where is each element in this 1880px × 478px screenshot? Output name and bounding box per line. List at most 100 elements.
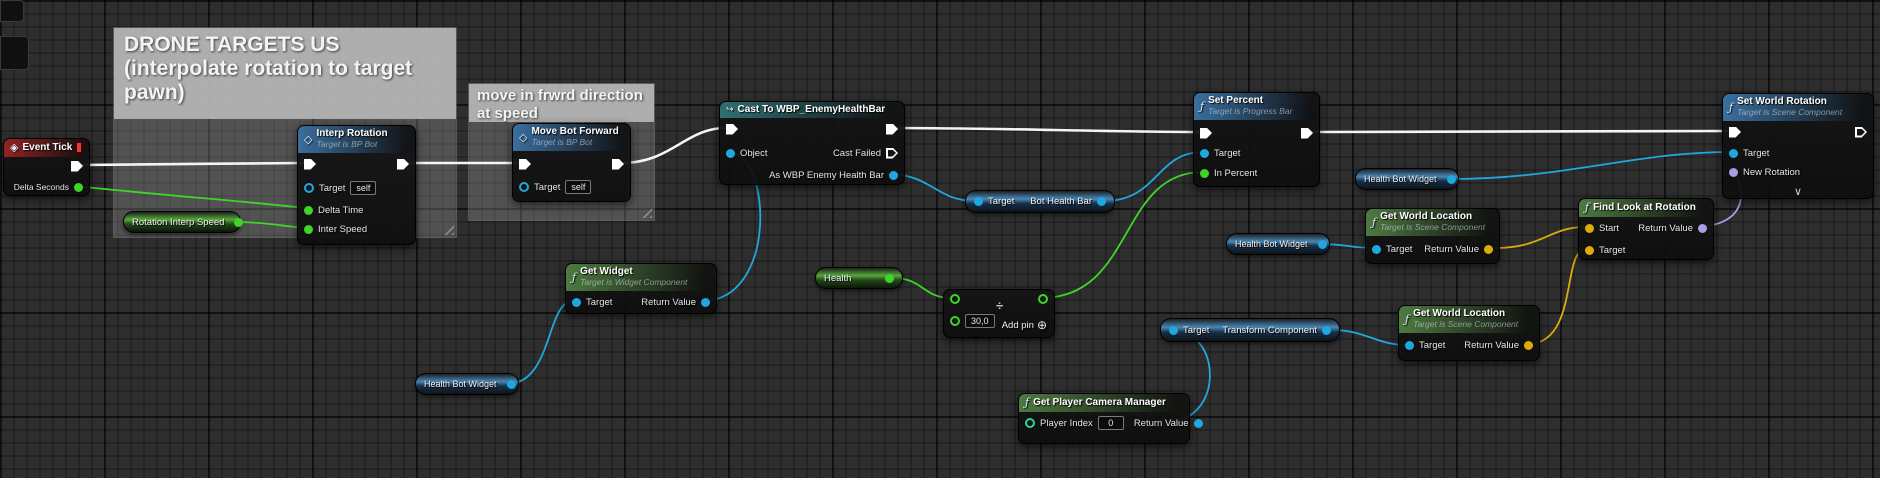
- add-pin-button[interactable]: Add pin ⊕: [1002, 318, 1047, 332]
- node-set-percent[interactable]: ƒ Set Percent Target is Progress Bar Tar…: [1193, 92, 1320, 187]
- variable-output-pin[interactable]: [885, 273, 894, 283]
- delta-time-pin[interactable]: [304, 205, 313, 215]
- node-get-widget[interactable]: ƒ Get Widget Target is Widget Component …: [565, 263, 717, 314]
- node-get-player-camera-manager[interactable]: ƒ Get Player Camera Manager Player Index…: [1018, 393, 1203, 444]
- chevron-down-icon[interactable]: ∨: [1723, 187, 1873, 198]
- offscreen-node[interactable]: [0, 36, 29, 70]
- divide-operator: ÷: [996, 298, 1004, 313]
- node-subtitle: Target is Scene Component: [1737, 107, 1843, 117]
- node-title: Get World Location: [1380, 211, 1473, 222]
- pin-label: Return Value: [1133, 417, 1189, 429]
- player-index-value-box[interactable]: 0: [1097, 416, 1124, 430]
- return-value-pin[interactable]: [1698, 223, 1707, 233]
- offscreen-node[interactable]: [0, 0, 24, 22]
- variable-output-pin[interactable]: [1317, 239, 1327, 249]
- node-move-bot-forward[interactable]: ◇ Move Bot Forward Target is BP Bot Targ…: [512, 123, 631, 202]
- wire-object: [1331, 329, 1408, 346]
- target-value-box[interactable]: self: [565, 180, 592, 194]
- wire-exec: [1303, 129, 1732, 134]
- divide-value-box[interactable]: 30,0: [965, 314, 995, 328]
- exec-out-pin[interactable]: [71, 161, 83, 172]
- node-get-world-location-top[interactable]: ƒ Get World Location Target is Scene Com…: [1365, 208, 1500, 264]
- target-pin[interactable]: [1200, 148, 1209, 158]
- in-percent-pin[interactable]: [1200, 168, 1209, 178]
- variable-output-pin[interactable]: [1446, 174, 1456, 184]
- variable-output-pin[interactable]: [234, 217, 244, 227]
- pin-label: Return Value: [1638, 222, 1693, 234]
- variable-label: Transform Component: [1222, 324, 1317, 336]
- pin-label: In Percent: [1214, 167, 1258, 179]
- target-pin[interactable]: [1405, 340, 1414, 350]
- exec-out-pin[interactable]: [397, 159, 409, 170]
- event-enabled-indicator[interactable]: [76, 142, 82, 153]
- variable-target-pin[interactable]: [1169, 325, 1178, 335]
- node-cast-to-wbp-enemyhealthbar[interactable]: ↪ Cast To WBP_EnemyHealthBar Object Cast…: [719, 101, 905, 185]
- target-pin[interactable]: [1372, 244, 1381, 254]
- cast-failed-pin[interactable]: [886, 148, 898, 159]
- exec-out-pin[interactable]: [886, 124, 898, 135]
- node-interp-rotation[interactable]: ◇ Interp Rotation Target is BP Bot Targe…: [297, 125, 416, 245]
- variable-bot-health-bar[interactable]: Target Bot Health Bar: [965, 190, 1115, 213]
- exec-out-pin[interactable]: [612, 159, 624, 170]
- exec-out-pin[interactable]: [1855, 127, 1867, 138]
- wire-exec: [888, 126, 1205, 134]
- node-get-world-location-bottom[interactable]: ƒ Get World Location Target is Scene Com…: [1398, 305, 1540, 361]
- pin-label: Inter Speed: [318, 223, 368, 235]
- pin-label: Target: [319, 182, 346, 194]
- object-pin[interactable]: [726, 148, 735, 158]
- node-title: Find Look at Rotation: [1593, 202, 1696, 213]
- node-title: Set Percent: [1208, 95, 1264, 106]
- target-pin[interactable]: [1729, 148, 1738, 158]
- pin-label: Return Value: [641, 296, 696, 308]
- target-pin[interactable]: [519, 182, 529, 192]
- node-divide[interactable]: ÷ 30,0 Add pin ⊕: [943, 289, 1055, 338]
- as-wbp-enemy-health-bar-pin[interactable]: [889, 170, 898, 180]
- inter-speed-pin[interactable]: [304, 224, 313, 234]
- variable-target-pin[interactable]: [974, 197, 983, 206]
- variable-output-pin[interactable]: [1097, 197, 1106, 206]
- pin-label: Target: [1419, 339, 1446, 351]
- variable-health-bot-widget[interactable]: Health Bot Widget: [415, 373, 519, 395]
- divide-output-pin[interactable]: [1038, 294, 1048, 304]
- variable-label: Rotation Interp Speed: [132, 216, 225, 228]
- return-value-pin[interactable]: [1193, 418, 1203, 428]
- target-pin[interactable]: [1585, 245, 1594, 255]
- wire-object: [1449, 151, 1731, 180]
- variable-label: Health Bot Widget: [424, 379, 497, 389]
- return-value-pin[interactable]: [1484, 244, 1493, 254]
- event-icon: ◈: [10, 142, 19, 154]
- player-index-pin[interactable]: [1025, 418, 1035, 428]
- node-find-look-at-rotation[interactable]: ƒ Find Look at Rotation Start Return Val…: [1578, 198, 1714, 260]
- variable-health-bot-widget[interactable]: Health Bot Widget: [1226, 233, 1330, 255]
- start-pin[interactable]: [1585, 223, 1594, 233]
- node-title: Interp Rotation: [316, 128, 388, 139]
- node-subtitle: Target is Scene Component: [1380, 222, 1486, 232]
- variable-health-bot-widget[interactable]: Health Bot Widget: [1355, 168, 1459, 190]
- divide-input-b-pin[interactable]: [950, 316, 960, 326]
- pin-label: Target: [1214, 147, 1241, 159]
- function-icon: ƒ: [572, 270, 577, 284]
- variable-label: Health: [824, 272, 852, 284]
- variable-health[interactable]: Health: [815, 267, 903, 289]
- delta-seconds-pin[interactable]: [74, 182, 83, 192]
- node-set-world-rotation[interactable]: ƒ Set World Rotation Target is Scene Com…: [1722, 93, 1874, 199]
- node-title: Event Tick: [22, 142, 73, 153]
- pin-label: Return Value: [1464, 339, 1519, 351]
- new-rotation-pin[interactable]: [1729, 167, 1738, 177]
- target-value-box[interactable]: self: [350, 181, 377, 195]
- target-pin[interactable]: [572, 297, 581, 307]
- return-value-pin[interactable]: [1524, 340, 1533, 350]
- variable-output-pin[interactable]: [1322, 325, 1331, 335]
- node-subtitle: Target is Progress Bar: [1208, 106, 1293, 116]
- variable-label: Health Bot Widget: [1364, 174, 1437, 184]
- target-pin[interactable]: [304, 183, 314, 193]
- node-subtitle: Target is BP Bot: [531, 137, 593, 147]
- exec-out-pin[interactable]: [1301, 128, 1313, 139]
- variable-output-pin[interactable]: [506, 379, 516, 389]
- node-event-tick[interactable]: ◈ Event Tick Delta Seconds: [3, 138, 90, 196]
- variable-transform-component[interactable]: Target Transform Component: [1160, 318, 1340, 342]
- variable-rotation-interp-speed[interactable]: Rotation Interp Speed: [123, 211, 244, 233]
- blueprint-canvas[interactable]: DRONE TARGETS US (interpolate rotation t…: [0, 0, 1880, 478]
- return-value-pin[interactable]: [701, 297, 710, 307]
- add-pin-icon: ⊕: [1036, 318, 1047, 332]
